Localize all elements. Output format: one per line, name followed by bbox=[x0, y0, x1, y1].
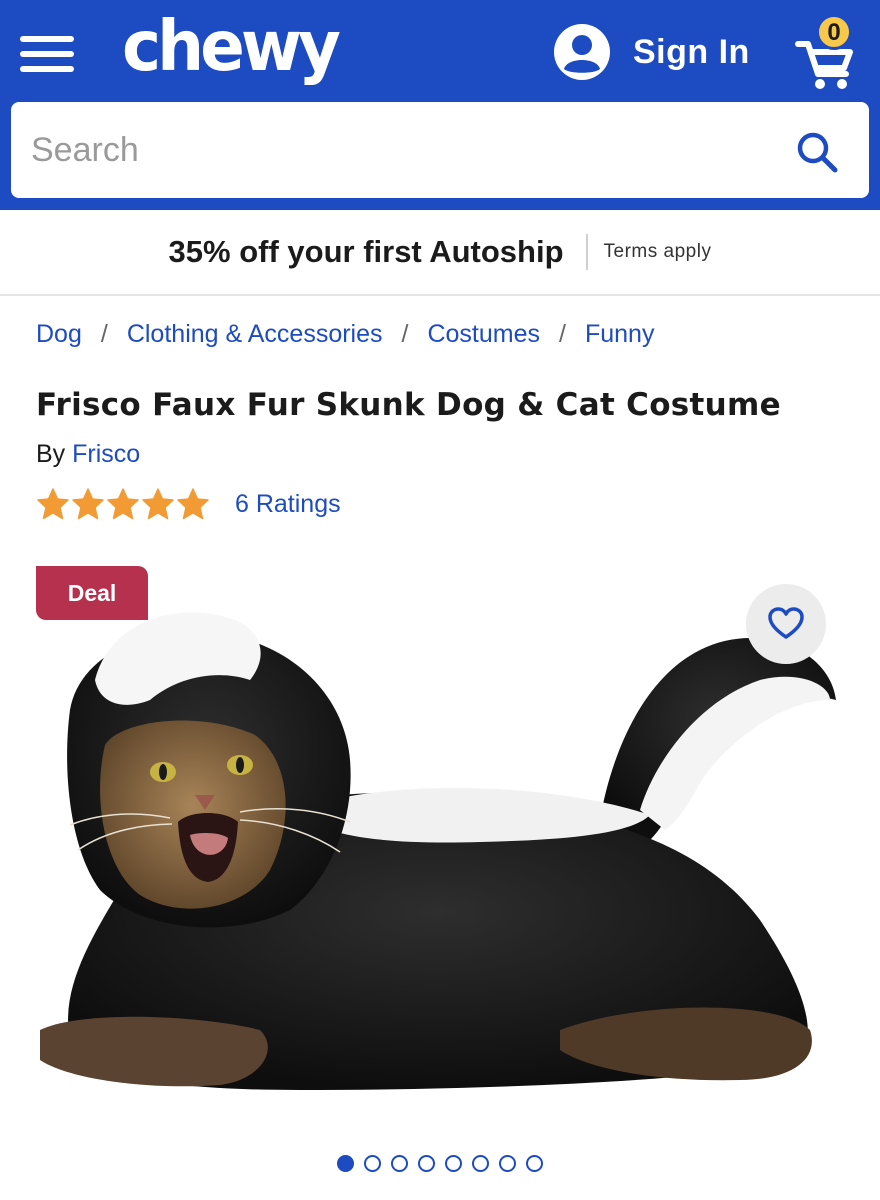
breadcrumb: Dog / Clothing & Accessories / Costumes … bbox=[36, 316, 654, 352]
by-label: By bbox=[36, 440, 66, 468]
carousel-dot[interactable] bbox=[472, 1155, 489, 1172]
carousel-dot[interactable] bbox=[337, 1155, 354, 1172]
chewy-logo[interactable]: chewy bbox=[122, 12, 341, 81]
search-icon[interactable] bbox=[795, 130, 839, 174]
sign-in-button[interactable]: Sign In bbox=[553, 24, 750, 80]
breadcrumb-costumes[interactable]: Costumes bbox=[427, 320, 540, 349]
carousel-dot[interactable] bbox=[364, 1155, 381, 1172]
menu-bar bbox=[20, 66, 74, 72]
cart-button[interactable]: 0 bbox=[794, 14, 864, 89]
carousel-dot[interactable] bbox=[418, 1155, 435, 1172]
brand-link[interactable]: Frisco bbox=[72, 440, 140, 468]
carousel-dot[interactable] bbox=[499, 1155, 516, 1172]
star-icon bbox=[37, 488, 69, 520]
breadcrumb-separator: / bbox=[401, 319, 409, 348]
product-byline: By Frisco bbox=[36, 440, 140, 469]
promo-text: 35% off your first Autoship bbox=[168, 234, 564, 269]
favorite-button[interactable] bbox=[746, 584, 826, 664]
cart-count-badge: 0 bbox=[816, 14, 852, 50]
site-header: chewy Sign In 0 bbox=[0, 0, 880, 210]
promo-banner[interactable]: 35% off your first Autoship Terms apply bbox=[0, 210, 880, 296]
rating-row: 6 Ratings bbox=[36, 485, 341, 523]
breadcrumb-separator: / bbox=[100, 319, 108, 348]
menu-bar bbox=[20, 36, 74, 42]
terms-link[interactable]: Terms apply bbox=[604, 241, 712, 263]
user-icon bbox=[554, 24, 610, 80]
menu-bar bbox=[20, 51, 74, 57]
product-image[interactable] bbox=[0, 560, 880, 1150]
breadcrumb-dog[interactable]: Dog bbox=[36, 320, 82, 349]
star-icon bbox=[177, 488, 209, 520]
search-input[interactable] bbox=[31, 102, 771, 198]
search-bar[interactable] bbox=[11, 102, 869, 198]
star-icon bbox=[142, 488, 174, 520]
promo-divider bbox=[585, 234, 588, 270]
breadcrumb-separator: / bbox=[559, 319, 566, 348]
heart-icon bbox=[768, 607, 804, 639]
star-icon bbox=[107, 488, 139, 520]
carousel-dot[interactable] bbox=[445, 1155, 462, 1172]
product-title: Frisco Faux Fur Skunk Dog & Cat Costume bbox=[36, 387, 781, 423]
carousel-dots bbox=[0, 1155, 880, 1175]
ratings-count-link[interactable]: 6 Ratings bbox=[235, 490, 341, 519]
deal-badge: Deal bbox=[36, 566, 148, 620]
sign-in-label: Sign In bbox=[633, 32, 750, 71]
breadcrumb-clothing-accessories[interactable]: Clothing & Accessories bbox=[127, 320, 383, 349]
carousel-dot[interactable] bbox=[391, 1155, 408, 1172]
star-rating[interactable] bbox=[36, 487, 211, 521]
carousel-dot[interactable] bbox=[526, 1155, 543, 1172]
breadcrumb-funny[interactable]: Funny bbox=[585, 320, 654, 349]
menu-icon[interactable] bbox=[20, 36, 76, 72]
star-icon bbox=[72, 488, 104, 520]
